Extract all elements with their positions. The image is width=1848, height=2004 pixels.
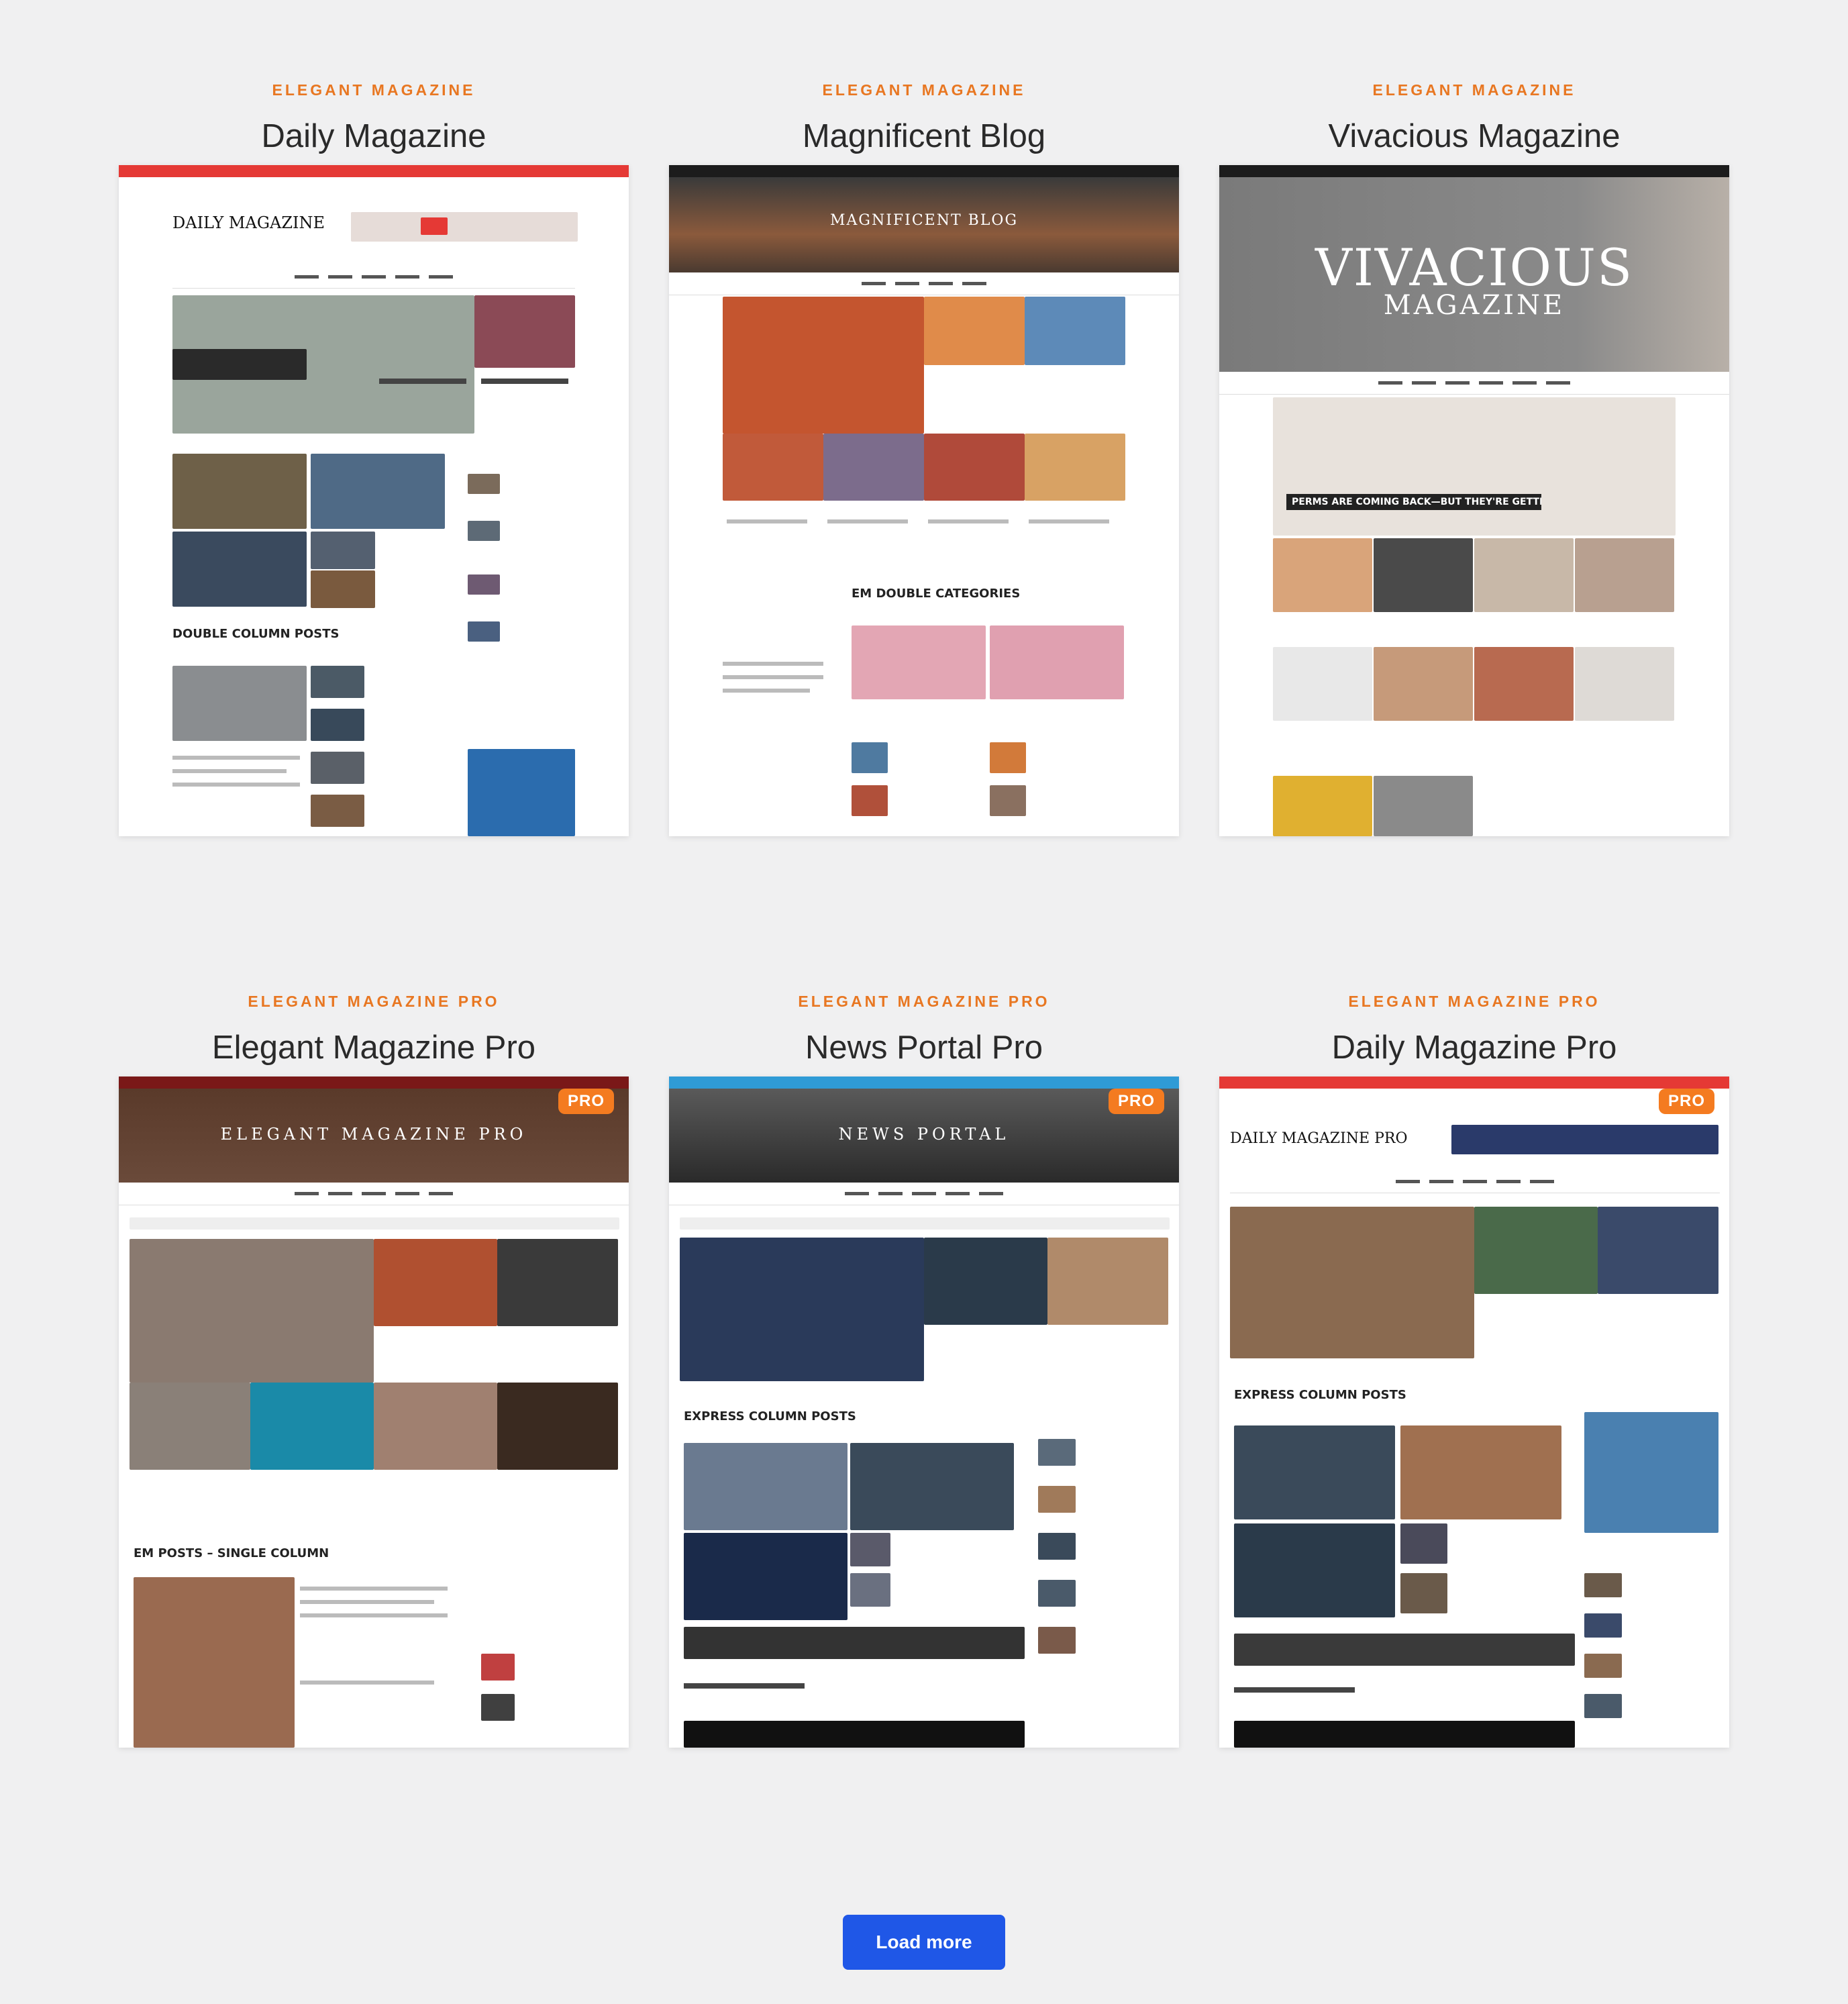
card-subtitle: ELEGANT MAGAZINE: [272, 81, 476, 99]
card-title[interactable]: Daily Magazine: [119, 116, 629, 156]
pro-badge: PRO: [558, 1089, 614, 1114]
preview-masthead: MAGNIFICENT BLOG: [829, 212, 1019, 229]
card-subtitle: ELEGANT MAGAZINE: [1372, 81, 1576, 99]
preview-masthead: NEWS PORTAL: [838, 1125, 1010, 1144]
preview-section-heading: EM POSTS – SINGLE COLUMN: [134, 1546, 329, 1560]
card-title[interactable]: News Portal Pro: [669, 1028, 1179, 1068]
preview-section-heading: EM DOUBLE CATEGORIES: [852, 587, 1021, 601]
preview-section-heading: EXPRESS COLUMN POSTS: [684, 1409, 856, 1423]
card-subtitle: ELEGANT MAGAZINE PRO: [798, 993, 1050, 1010]
preview-masthead: ELEGANT MAGAZINE PRO: [220, 1125, 527, 1144]
theme-card-magnificent-blog[interactable]: ELEGANT MAGAZINE Magnificent Blog MAGNIF…: [669, 81, 1179, 836]
theme-preview-image[interactable]: MAGNIFICENT BLOG EM DOUBLE CATEGORIES: [669, 165, 1179, 836]
theme-card-news-portal-pro[interactable]: ELEGANT MAGAZINE PRO News Portal Pro NEW…: [669, 992, 1179, 1748]
theme-card-elegant-magazine-pro[interactable]: ELEGANT MAGAZINE PRO Elegant Magazine Pr…: [119, 992, 629, 1748]
theme-preview-image[interactable]: DAILY MAGAZINE DOUBLE COLUMN POSTS: [119, 165, 629, 836]
theme-preview-image[interactable]: NEWS PORTAL EXPRESS COLUMN POSTS: [669, 1076, 1179, 1748]
theme-preview-image[interactable]: ELEGANT MAGAZINE PRO EM POSTS – SINGLE C…: [119, 1076, 629, 1748]
preview-masthead: DAILY MAGAZINE: [172, 213, 325, 232]
preview-section-heading: EXPRESS COLUMN POSTS: [1234, 1388, 1406, 1402]
card-title[interactable]: Daily Magazine Pro: [1219, 1028, 1729, 1068]
preview-masthead-2: MAGAZINE: [1383, 290, 1565, 321]
card-subtitle: ELEGANT MAGAZINE PRO: [1348, 993, 1600, 1010]
load-more-button[interactable]: Load more: [843, 1915, 1005, 1970]
theme-card-daily-magazine-pro[interactable]: ELEGANT MAGAZINE PRO Daily Magazine Pro …: [1219, 992, 1729, 1748]
card-title[interactable]: Vivacious Magazine: [1219, 116, 1729, 156]
card-title[interactable]: Elegant Magazine Pro: [119, 1028, 629, 1068]
preview-masthead: VIVACIOUS: [1315, 238, 1634, 297]
theme-card-daily-magazine[interactable]: ELEGANT MAGAZINE Daily Magazine DAILY MA…: [119, 81, 629, 836]
pro-badge: PRO: [1658, 1089, 1714, 1114]
theme-preview-image[interactable]: DAILY MAGAZINE PRO EXPRESS COLUMN POSTS: [1219, 1076, 1729, 1748]
card-subtitle: ELEGANT MAGAZINE: [822, 81, 1026, 99]
card-subtitle: ELEGANT MAGAZINE PRO: [248, 993, 500, 1010]
theme-preview-image[interactable]: VIVACIOUS MAGAZINE PERMS ARE COMING BACK…: [1219, 165, 1729, 836]
pro-badge: PRO: [1108, 1089, 1164, 1114]
preview-section-heading: DOUBLE COLUMN POSTS: [172, 627, 340, 641]
card-title[interactable]: Magnificent Blog: [669, 116, 1179, 156]
theme-card-vivacious-magazine[interactable]: ELEGANT MAGAZINE Vivacious Magazine VIVA…: [1219, 81, 1729, 836]
preview-masthead: DAILY MAGAZINE PRO: [1230, 1130, 1408, 1147]
preview-section-heading: PERMS ARE COMING BACK—BUT THEY'RE GETTIN…: [1286, 494, 1541, 510]
